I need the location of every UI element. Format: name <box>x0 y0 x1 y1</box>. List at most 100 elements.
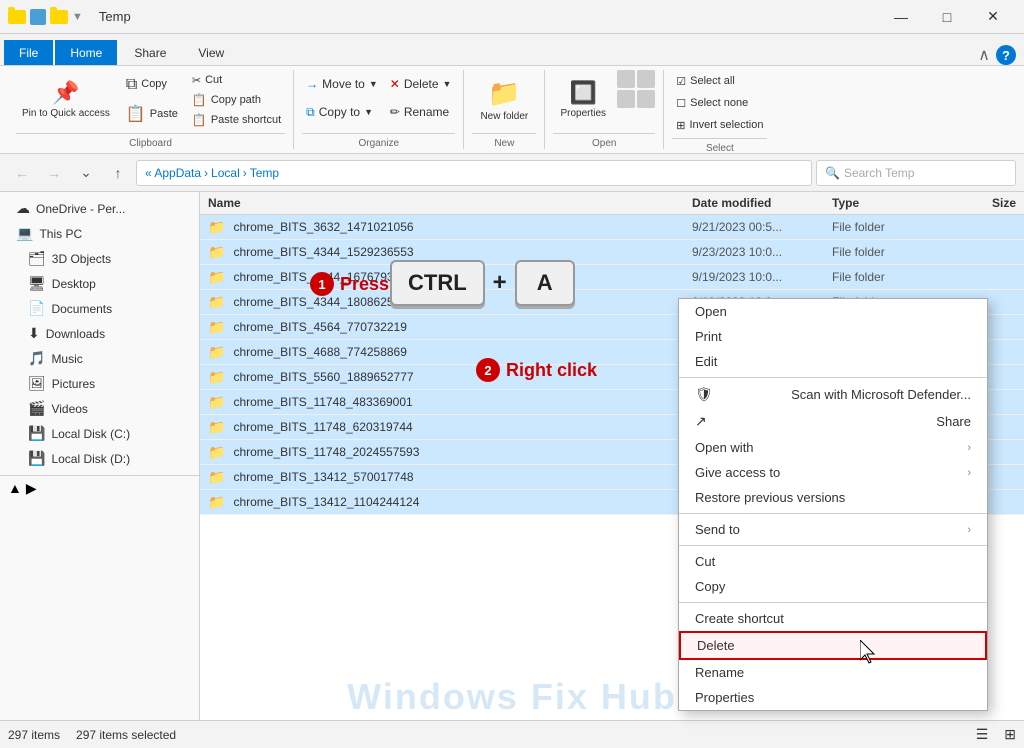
selectnone-icon: ☐ <box>676 97 686 110</box>
select-none-button[interactable]: ☐ Select none <box>672 92 767 114</box>
select-all-button[interactable]: ☑ Select all <box>672 70 767 92</box>
copy-button[interactable]: ⧉ Copy <box>120 70 184 100</box>
ctx-delete[interactable]: Delete <box>679 631 987 660</box>
ctx-giveaccess[interactable]: Give access to › <box>679 460 987 485</box>
pin-icon: 📌 <box>52 80 79 106</box>
ctx-edit[interactable]: Edit <box>679 349 987 374</box>
sidebar-item-3dobjects[interactable]: 🗂 3D Objects <box>0 246 199 271</box>
invert-selection-button[interactable]: ⊞ Invert selection <box>672 114 767 136</box>
col-header-date[interactable]: Date modified <box>684 192 824 214</box>
sidebar-item-localdiskc[interactable]: 💾 Local Disk (C:) <box>0 421 199 446</box>
sidebar-item-videos[interactable]: 🎬 Videos <box>0 396 199 421</box>
help-icon[interactable]: ? <box>996 45 1016 65</box>
ctx-edit-label: Edit <box>695 354 717 369</box>
path-breadcrumb-appdata[interactable]: « AppData <box>145 166 201 180</box>
address-path[interactable]: « AppData › Local › Temp <box>136 160 812 186</box>
sendto-arrow: › <box>967 524 971 536</box>
delete-button[interactable]: ✕ Delete ▼ <box>386 70 456 98</box>
paste-button[interactable]: 📋 Paste <box>120 100 184 130</box>
folder-icon: 📁 <box>208 219 225 236</box>
ctx-share[interactable]: ↗ Share <box>679 408 987 435</box>
localdiskc-icon: 💾 <box>28 425 45 442</box>
minimize-button[interactable]: — <box>878 1 924 33</box>
cut-button[interactable]: ✂ Cut <box>188 70 285 90</box>
new-folder-button[interactable]: 📁 New folder <box>472 70 536 130</box>
ctx-sep1 <box>679 377 987 378</box>
tab-file[interactable]: File <box>4 40 53 65</box>
sidebar-item-downloads[interactable]: ⬇ Downloads <box>0 321 199 346</box>
desktop-icon: 🖥 <box>28 275 46 292</box>
ctx-rename[interactable]: Rename <box>679 660 987 685</box>
open-group-label: Open <box>553 133 655 149</box>
sidebar-item-localdiskd[interactable]: 💾 Local Disk (D:) <box>0 446 199 471</box>
tab-home[interactable]: Home <box>55 40 117 65</box>
selectall-icon: ☑ <box>676 75 686 88</box>
folder-icon: 📁 <box>208 244 225 261</box>
paste-icon: 📋 <box>126 105 146 124</box>
invertsel-icon: ⊞ <box>676 119 685 132</box>
copyto-button[interactable]: ⧉ Copy to ▼ <box>302 98 382 126</box>
ctx-createshortcut[interactable]: Create shortcut <box>679 606 987 631</box>
address-bar: ← → ⌄ ↑ « AppData › Local › Temp 🔍 Searc… <box>0 154 1024 192</box>
ctx-openwith[interactable]: Open with › <box>679 435 987 460</box>
sidebar-item-pictures[interactable]: 🖼 Pictures <box>0 371 199 396</box>
sidebar-label-thispc: This PC <box>39 227 82 241</box>
paste-shortcut-button[interactable]: 📋 Paste shortcut <box>188 110 285 130</box>
ctx-cut[interactable]: Cut <box>679 549 987 574</box>
moveto-button[interactable]: → Move to ▼ <box>302 70 382 98</box>
sidebar-item-onedrive[interactable]: ☁ OneDrive - Per... <box>0 196 199 221</box>
close-button[interactable]: ✕ <box>970 1 1016 33</box>
table-row[interactable]: 📁 chrome_BITS_4344_1676793412 9/19/2023 … <box>200 265 1024 290</box>
videos-icon: 🎬 <box>28 400 45 417</box>
ribbon-collapse-icon[interactable]: ∧ <box>978 45 990 65</box>
sidebar-item-documents[interactable]: 📄 Documents <box>0 296 199 321</box>
ctx-share-label: Share <box>936 414 971 429</box>
ctx-restore[interactable]: Restore previous versions <box>679 485 987 510</box>
path-breadcrumb-temp[interactable]: Temp <box>250 166 279 180</box>
ribbon: 📌 Pin to Quick access ⧉ Copy 📋 Paste ✂ C… <box>0 66 1024 154</box>
folder-icon: 📁 <box>208 494 225 511</box>
search-box[interactable]: 🔍 Search Temp <box>816 160 1016 186</box>
thispc-icon: 💻 <box>16 225 33 242</box>
ctx-open[interactable]: Open <box>679 299 987 324</box>
forward-button[interactable]: → <box>40 159 68 187</box>
folder-icon: 📁 <box>208 419 225 436</box>
ctx-giveaccess-label: Give access to <box>695 465 780 480</box>
maximize-button[interactable]: □ <box>924 1 970 33</box>
view-mode-tiles-icon[interactable]: ⊞ <box>1004 726 1016 743</box>
col-header-name[interactable]: Name <box>200 192 684 214</box>
rename-button[interactable]: ✏ Rename <box>386 98 456 126</box>
pin-to-quickaccess-button[interactable]: 📌 Pin to Quick access <box>16 70 116 130</box>
ctx-copy[interactable]: Copy <box>679 574 987 599</box>
ctx-print[interactable]: Print <box>679 324 987 349</box>
path-breadcrumb-local[interactable]: Local <box>211 166 240 180</box>
sidebar-label-localdiskc: Local Disk (C:) <box>51 427 130 441</box>
ctx-sendto[interactable]: Send to › <box>679 517 987 542</box>
sidebar-expand-icon[interactable]: ▶ <box>26 480 37 497</box>
copy-path-button[interactable]: 📋 Copy path <box>188 90 285 110</box>
ctx-scan-label: Scan with Microsoft Defender... <box>791 387 971 402</box>
recent-locations-button[interactable]: ⌄ <box>72 159 100 187</box>
tab-share[interactable]: Share <box>119 40 181 65</box>
table-row[interactable]: 📁 chrome_BITS_3632_1471021056 9/21/2023 … <box>200 215 1024 240</box>
view-mode-details-icon[interactable]: ☰ <box>976 726 989 743</box>
tab-view[interactable]: View <box>183 40 239 65</box>
ctx-delete-label: Delete <box>697 638 735 653</box>
sidebar-collapse-icon[interactable]: ▲ <box>8 480 22 497</box>
title-bar: ▼ Temp — □ ✕ <box>0 0 1024 34</box>
search-placeholder: Search Temp <box>844 166 914 180</box>
sidebar-item-thispc[interactable]: 💻 This PC <box>0 221 199 246</box>
properties-button[interactable]: 🔲 Properties <box>553 70 613 130</box>
col-header-type[interactable]: Type <box>824 192 944 214</box>
folder-icon: 📁 <box>208 369 225 386</box>
table-row[interactable]: 📁 chrome_BITS_4344_1529236553 9/23/2023 … <box>200 240 1024 265</box>
ctx-properties[interactable]: Properties <box>679 685 987 710</box>
sidebar-item-music[interactable]: 🎵 Music <box>0 346 199 371</box>
ctx-scan[interactable]: 🛡 Scan with Microsoft Defender... <box>679 381 987 408</box>
up-button[interactable]: ↑ <box>104 159 132 187</box>
sidebar-label-desktop: Desktop <box>52 277 96 291</box>
col-header-size[interactable]: Size <box>944 192 1024 214</box>
sidebar-item-desktop[interactable]: 🖥 Desktop <box>0 271 199 296</box>
copyto-icon: ⧉ <box>306 105 315 120</box>
back-button[interactable]: ← <box>8 159 36 187</box>
